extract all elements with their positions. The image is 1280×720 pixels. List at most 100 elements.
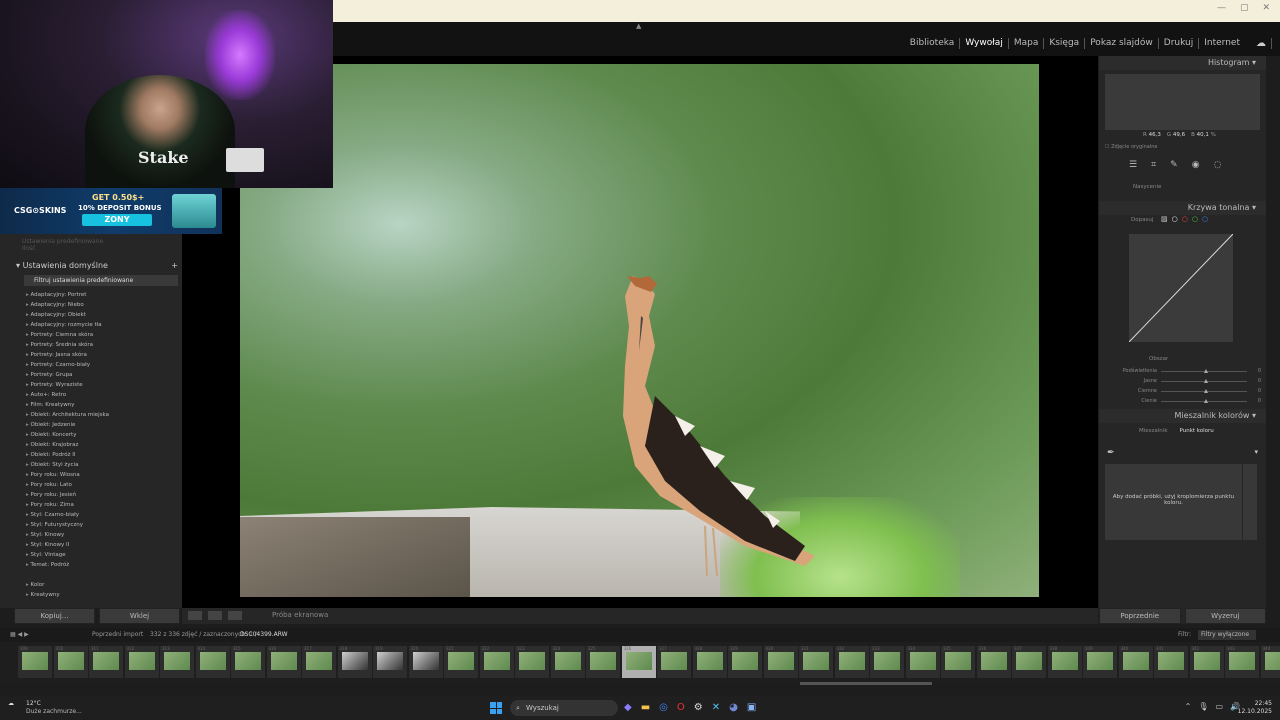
- preset-item[interactable]: Obiekt: Koncerty: [26, 430, 176, 440]
- tone-curve-graph[interactable]: [1129, 234, 1233, 342]
- preset-item[interactable]: Auto+: Retro: [26, 390, 176, 400]
- windows-start-icon[interactable]: [490, 702, 502, 714]
- preset-item[interactable]: Styl: Czarno-biały: [26, 510, 176, 520]
- preset-item[interactable]: Adaptacyjny: Obiekt: [26, 310, 176, 320]
- preset-item[interactable]: Portrety: Grupa: [26, 370, 176, 380]
- preset-item[interactable]: Styl: Futurystyczny: [26, 520, 176, 530]
- filmstrip-scrollbar[interactable]: [800, 682, 932, 685]
- edit-sliders-icon[interactable]: ☰: [1129, 160, 1137, 170]
- lightroom-icon[interactable]: ▣: [747, 702, 756, 713]
- original-photo-checkbox[interactable]: ☐ Zdjęcie oryginalne: [1105, 144, 1157, 150]
- preset-item[interactable]: Pory roku: Zima: [26, 500, 176, 510]
- slider-track[interactable]: [1161, 388, 1247, 393]
- preset-item[interactable]: Adaptacyjny: Niebo: [26, 300, 176, 310]
- preset-item[interactable]: Portrety: Czarno-biały: [26, 360, 176, 370]
- module-0[interactable]: Biblioteka: [905, 38, 961, 49]
- module-6[interactable]: Internet: [1199, 38, 1245, 49]
- weather-widget[interactable]: ☁ 12°C Duże zachmurze...: [8, 700, 82, 715]
- module-5[interactable]: Drukuj: [1159, 38, 1200, 49]
- slider-knob[interactable]: [1204, 398, 1208, 403]
- preset-item[interactable]: Portrety: Ciemna skóra: [26, 330, 176, 340]
- film-thumbnail[interactable]: 310: [53, 646, 88, 678]
- preset-item[interactable]: Adaptacyjny: rozmycie tła: [26, 320, 176, 330]
- film-thumbnail[interactable]: 335: [941, 646, 975, 678]
- film-thumbnail[interactable]: 342: [1189, 646, 1224, 678]
- microphone-icon[interactable]: 🎙: [1198, 702, 1208, 711]
- film-thumbnail[interactable]: 325: [586, 646, 620, 678]
- film-thumbnail[interactable]: 336: [976, 646, 1011, 678]
- film-thumbnail[interactable]: 329: [728, 646, 762, 678]
- paste-button[interactable]: Wklej: [99, 608, 180, 624]
- slider-knob[interactable]: [1204, 388, 1208, 393]
- film-thumbnail[interactable]: 317: [302, 646, 336, 678]
- app-x-icon[interactable]: ✕: [712, 702, 720, 713]
- main-photo[interactable]: [240, 64, 1039, 597]
- rgb-curve-icon[interactable]: ○: [1172, 215, 1178, 223]
- film-thumbnail[interactable]: 320: [408, 646, 443, 678]
- film-thumbnail[interactable]: 323: [515, 646, 549, 678]
- add-preset-icon[interactable]: +: [171, 261, 178, 270]
- redeye-icon[interactable]: ◉: [1192, 160, 1200, 170]
- preset-item[interactable]: Portrety: Jasna skóra: [26, 350, 176, 360]
- preset-filter[interactable]: Filtruj ustawienia predefiniowane: [24, 275, 178, 286]
- loupe-view-icon[interactable]: [188, 611, 202, 620]
- preset-item[interactable]: Obiekt: Architektura miejska: [26, 410, 176, 420]
- tray-chevron-icon[interactable]: ⌃: [1185, 702, 1192, 711]
- film-thumbnail[interactable]: 312: [124, 646, 159, 678]
- film-thumbnail[interactable]: 344: [1260, 646, 1280, 678]
- film-thumbnail[interactable]: 343: [1225, 646, 1259, 678]
- module-3[interactable]: Księga: [1044, 38, 1086, 49]
- mixer-dropdown-icon[interactable]: ▾: [1254, 448, 1258, 456]
- blue-curve-icon[interactable]: ○: [1202, 215, 1208, 223]
- preset-item[interactable]: Obiekt: Krajobraz: [26, 440, 176, 450]
- chrome-icon[interactable]: ◎: [659, 702, 668, 713]
- slider-knob[interactable]: [1204, 368, 1208, 373]
- film-thumbnail[interactable]: 337: [1012, 646, 1046, 678]
- film-thumbnail[interactable]: 309: [18, 646, 52, 678]
- slider-knob[interactable]: [1204, 378, 1208, 383]
- clock[interactable]: 22:45 12.10.2025: [1238, 700, 1272, 716]
- collapse-top-icon[interactable]: ▲: [636, 22, 641, 30]
- soft-proof-label[interactable]: Próba ekranowa: [272, 611, 328, 619]
- film-thumbnail[interactable]: 311: [89, 646, 123, 678]
- close-icon[interactable]: ✕: [1262, 3, 1270, 13]
- file-explorer-icon[interactable]: ▬: [641, 702, 650, 713]
- preset-group[interactable]: Kreatywny: [26, 590, 176, 600]
- film-thumbnail[interactable]: 318: [337, 646, 372, 678]
- app-icon[interactable]: ⚙: [694, 702, 703, 713]
- minimize-icon[interactable]: —: [1217, 3, 1226, 13]
- preset-item[interactable]: Obiekt: Jedzenie: [26, 420, 176, 430]
- filter-select[interactable]: Filtry wyłączone: [1198, 630, 1256, 640]
- preset-item[interactable]: Pory roku: Lato: [26, 480, 176, 490]
- heal-icon[interactable]: ✎: [1170, 160, 1178, 170]
- tone-curve-header[interactable]: Krzywa tonalna ▾ Dopasuj ▨ ○ ○ ○ ○: [1099, 201, 1266, 223]
- film-thumbnail[interactable]: 316: [266, 646, 301, 678]
- preset-item[interactable]: Pory roku: Wiosna: [26, 470, 176, 480]
- compare-icon[interactable]: [228, 611, 242, 620]
- previous-button[interactable]: Poprzednie: [1099, 608, 1181, 624]
- film-thumbnail[interactable]: 339: [1083, 646, 1117, 678]
- module-4[interactable]: Pokaz slajdów: [1085, 38, 1159, 49]
- preset-item[interactable]: Temat: Podróż: [26, 560, 176, 570]
- preset-item[interactable]: Obiekt: Styl życia: [26, 460, 176, 470]
- color-mixer-header[interactable]: Mieszalnik kolorów ▾: [1099, 409, 1266, 423]
- module-2[interactable]: Mapa: [1009, 38, 1045, 49]
- cloud-icon[interactable]: ☁: [1251, 38, 1272, 49]
- film-thumbnail[interactable]: 332: [834, 646, 869, 678]
- preset-item[interactable]: Styl: Kinowy: [26, 530, 176, 540]
- film-thumbnail[interactable]: 334: [905, 646, 940, 678]
- network-icon[interactable]: ▭: [1215, 702, 1223, 711]
- tab-color-point[interactable]: Punkt koloru: [1180, 428, 1214, 434]
- preset-item[interactable]: Pory roku: Jesień: [26, 490, 176, 500]
- film-thumbnail[interactable]: 314: [195, 646, 230, 678]
- film-thumbnail[interactable]: 315: [231, 646, 265, 678]
- parametric-curve-icon[interactable]: ▨: [1161, 215, 1168, 223]
- opera-icon[interactable]: O: [677, 702, 685, 713]
- filmstrip-source[interactable]: Poprzedni import: [92, 631, 143, 638]
- preset-item[interactable]: Styl: Vintage: [26, 550, 176, 560]
- histogram-header[interactable]: Histogram ▾: [1099, 56, 1266, 70]
- discord-icon[interactable]: ◕: [729, 702, 738, 713]
- masking-icon[interactable]: ◌: [1214, 160, 1222, 170]
- preset-item[interactable]: Obiekt: Podróż II: [26, 450, 176, 460]
- preset-item[interactable]: Film: Kreatywny: [26, 400, 176, 410]
